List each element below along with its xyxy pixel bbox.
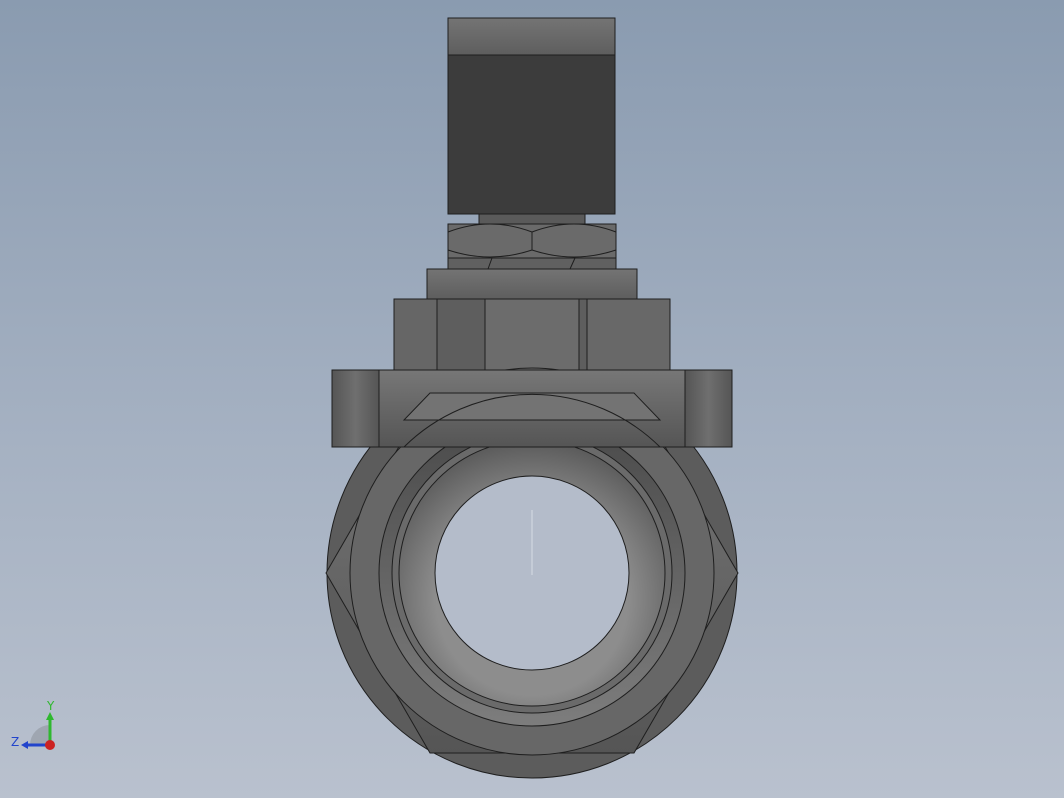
lock-nut[interactable] (447, 223, 617, 270)
y-axis-label: Y (46, 699, 55, 713)
coil-top-cap (447, 17, 616, 56)
graphics-viewport[interactable]: Y Z (0, 0, 1064, 798)
bonnet-cap[interactable] (426, 268, 638, 300)
bonnet[interactable] (393, 298, 671, 371)
bonnet-hex-left (393, 298, 438, 371)
solenoid-coil[interactable] (447, 17, 616, 215)
bonnet-hex-right (586, 298, 671, 371)
bonnet-hex-center (484, 298, 580, 371)
right-lug (684, 369, 733, 448)
z-axis-label: Z (11, 735, 19, 749)
left-lug (331, 369, 380, 448)
valve-model-front-view[interactable]: Y Z (0, 0, 1064, 798)
x-axis-origin-icon (45, 740, 55, 750)
flange-band[interactable] (331, 369, 733, 448)
orientation-triad[interactable]: Y Z (11, 699, 55, 750)
valve-stem (478, 213, 586, 225)
